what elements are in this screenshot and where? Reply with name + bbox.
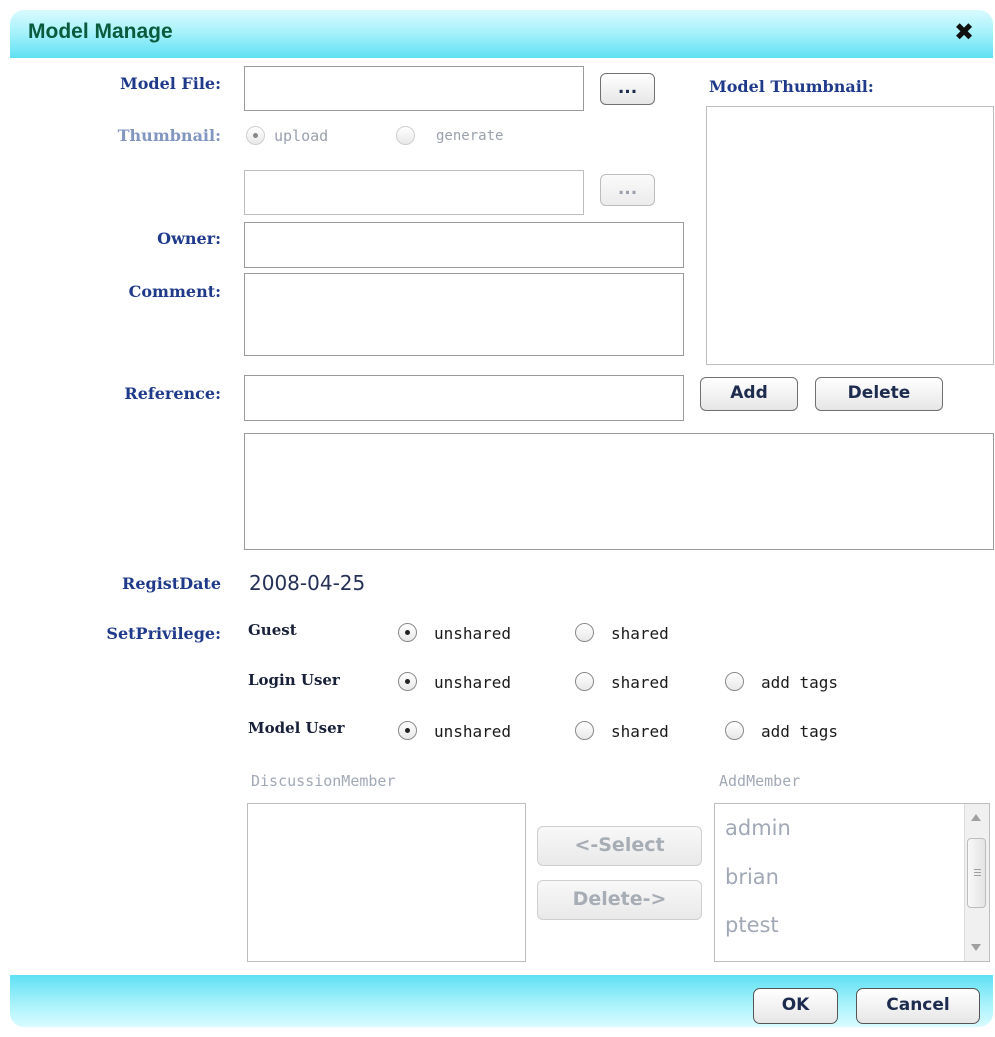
model-user-shared-label: shared [611,722,669,741]
login-user-unshared-label: unshared [434,673,512,692]
discussion-member-label: DiscussionMember [251,772,396,790]
add-member-label: AddMember [719,772,801,790]
owner-input[interactable] [244,222,684,268]
thumbnail-generate-label: generate [436,128,504,144]
model-manage-dialog: Model Manage ✖ Model File: ... Thumbnail… [0,0,995,1037]
thumbnail-label: Thumbnail: [117,126,221,145]
delete-member-button[interactable]: Delete-> [537,880,702,920]
guest-shared-radio[interactable] [575,623,594,642]
owner-label: Owner: [157,229,221,248]
model-user-add-tags-label: add tags [761,722,839,741]
grip-line [974,875,981,876]
model-file-input[interactable] [244,66,584,111]
login-user-unshared-radio[interactable] [398,672,417,691]
regist-date-label: RegistDate [122,574,221,593]
comment-textarea[interactable] [244,273,684,356]
guest-shared-label: shared [611,624,669,643]
footer-bar [10,975,993,1027]
scroll-thumb[interactable] [967,838,986,908]
thumbnail-upload-label: upload [274,127,329,145]
model-user-add-tags-radio[interactable] [725,721,744,740]
reference-label: Reference: [124,384,221,403]
grip-line [974,872,981,873]
add-member-list[interactable]: admin brian ptest [714,803,990,962]
login-user-shared-label: shared [611,673,669,692]
thumbnail-upload-radio[interactable] [246,126,265,145]
model-user-label: Model User [248,719,345,737]
regist-date-value: 2008-04-25 [249,571,366,595]
guest-label: Guest [248,621,297,639]
reference-delete-button[interactable]: Delete [815,377,943,411]
set-privilege-label: SetPrivilege: [106,624,221,643]
comment-label: Comment: [128,282,221,301]
close-icon[interactable]: ✖ [954,18,974,46]
discussion-member-list[interactable] [247,803,526,962]
grip-line [974,869,981,870]
login-user-shared-radio[interactable] [575,672,594,691]
list-item[interactable]: brian [725,865,779,889]
model-user-shared-radio[interactable] [575,721,594,740]
scroll-up-arrow-icon[interactable] [971,814,981,821]
reference-list[interactable] [244,433,994,550]
guest-unshared-label: unshared [434,624,512,643]
model-user-unshared-radio[interactable] [398,721,417,740]
reference-input[interactable] [244,375,684,421]
thumbnail-browse-button[interactable]: ... [600,174,655,206]
ok-button[interactable]: OK [753,988,838,1024]
scroll-down-arrow-icon[interactable] [971,944,981,951]
model-user-unshared-label: unshared [434,722,512,741]
login-user-add-tags-label: add tags [761,673,839,692]
select-member-button[interactable]: <-Select [537,826,702,866]
cancel-button[interactable]: Cancel [856,988,980,1024]
thumbnail-generate-radio[interactable] [396,126,415,145]
add-member-scrollbar[interactable] [964,804,989,961]
thumbnail-file-input[interactable] [244,170,584,215]
dialog-title: Model Manage [28,20,173,43]
model-thumbnail-preview [706,106,994,365]
model-file-browse-button[interactable]: ... [600,73,655,105]
model-thumbnail-label: Model Thumbnail: [709,77,874,96]
list-item[interactable]: ptest [725,913,779,937]
list-item[interactable]: admin [725,816,791,840]
login-user-add-tags-radio[interactable] [725,672,744,691]
model-file-label: Model File: [120,74,221,93]
guest-unshared-radio[interactable] [398,623,417,642]
login-user-label: Login User [248,671,340,689]
reference-add-button[interactable]: Add [700,377,798,411]
